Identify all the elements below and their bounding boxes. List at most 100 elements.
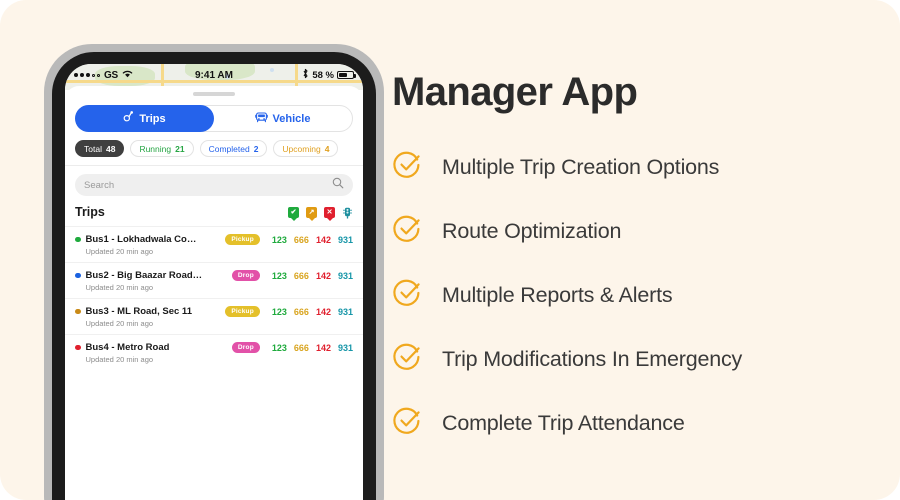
trip-name: Bus2 - Big Baazar Road, Ol... [85,270,204,281]
table-row[interactable]: Bus4 - Metro Road Drop 123 666 142 931 U… [65,334,363,370]
metric-3: 142 [315,234,331,245]
status-bar-time: 9:41 AM [195,69,233,81]
chip-completed-label: Completed [208,143,250,154]
trip-status-dot [75,272,81,279]
list-item: Route Optimization [392,214,900,249]
pin-running-icon[interactable]: ↗ [306,206,317,218]
trip-row-main: Bus2 - Big Baazar Road, Ol... Drop 123 6… [75,270,353,281]
check-circle-icon [392,214,422,249]
trip-name: Bus3 - ML Road, Sec 11 [85,306,192,317]
tab-trips[interactable]: Trips [75,105,214,132]
promo-canvas: GS 9:41 AM 58 % Trips Vehicle Total 48 R… [0,0,900,500]
trip-status-dot [75,308,81,315]
trip-row-main: Bus3 - ML Road, Sec 11 Pickup 123 666 14… [75,306,353,317]
trip-status-dot [75,344,81,351]
metric-4: 931 [337,234,353,245]
check-circle-icon [392,278,422,313]
app-sheet: Trips Vehicle Total 48 Running 21 Comple… [65,86,363,500]
list-item: Complete Trip Attendance [392,406,900,441]
filter-chips: Total 48 Running 21 Completed 2 Upcoming… [75,140,363,157]
status-pin-group: ✔ ↗ ✕ [288,206,353,219]
table-row[interactable]: Bus2 - Big Baazar Road, Ol... Drop 123 6… [65,262,363,298]
trip-metrics: 123 666 142 931 [272,343,353,353]
chip-running-label: Running [139,143,172,154]
list-item: Trip Modifications In Emergency [392,342,900,377]
trips-list-header: Trips ✔ ↗ ✕ [65,205,363,226]
trip-name: Bus4 - Metro Road [85,342,170,353]
feature-panel: Manager App Multiple Trip Creation Optio… [392,0,900,500]
metric-4: 931 [337,270,353,281]
metric-4: 931 [337,342,353,353]
sheet-drag-handle[interactable] [193,92,235,96]
search-placeholder: Search [84,179,115,191]
tab-trips-label: Trips [139,112,166,125]
chip-total-count: 48 [105,143,116,154]
chip-running-count: 21 [175,143,185,154]
chip-completed-count: 2 [253,143,259,154]
chip-upcoming[interactable]: Upcoming 4 [273,140,339,157]
feature-label: Complete Trip Attendance [442,411,685,435]
metric-1: 123 [271,234,287,245]
check-circle-icon [392,342,422,377]
tab-vehicle-label: Vehicle [272,112,311,125]
chip-total-label: Total [84,143,102,154]
trip-row-main: Bus4 - Metro Road Drop 123 666 142 931 [75,342,353,353]
location-pin-icon [123,111,134,126]
metric-3: 142 [315,270,331,281]
chip-total[interactable]: Total 48 [75,140,125,157]
list-item: Multiple Trip Creation Options [392,150,900,185]
feature-list: Multiple Trip Creation Options Route Opt… [392,150,900,441]
chips-divider [65,165,363,166]
table-row[interactable]: Bus3 - ML Road, Sec 11 Pickup 123 666 14… [65,298,363,334]
phone-mockup: GS 9:41 AM 58 % Trips Vehicle Total 48 R… [44,44,384,500]
metric-2: 666 [293,270,309,281]
trip-type-badge: Pickup [225,306,260,317]
battery-icon [337,70,356,80]
metric-2: 666 [293,234,309,245]
feature-label: Multiple Trip Creation Options [442,155,720,179]
status-bar: GS 9:41 AM 58 % [65,64,363,86]
chip-completed[interactable]: Completed 2 [199,140,268,157]
trip-type-badge: Drop [231,270,260,281]
chip-upcoming-count: 4 [324,143,330,154]
trip-type-badge: Drop [231,342,260,353]
trip-updated: Updated 20 min ago [85,319,154,328]
chip-running[interactable]: Running 21 [130,140,194,157]
trip-metrics: 123 666 142 931 [272,271,353,281]
trip-updated: Updated 20 min ago [85,247,154,256]
metric-1: 123 [271,270,287,281]
check-circle-icon [392,406,422,441]
trip-status-dot [75,236,81,243]
metric-3: 142 [315,306,331,317]
page-title: Manager App [392,70,638,114]
metric-1: 123 [271,342,287,353]
tab-vehicle[interactable]: Vehicle [213,106,352,131]
trips-list-title: Trips [75,205,105,219]
traffic-signal-icon[interactable] [342,206,353,219]
check-circle-icon [392,150,422,185]
metric-2: 666 [293,342,309,353]
list-item: Multiple Reports & Alerts [392,278,900,313]
search-icon[interactable] [332,176,344,194]
metric-4: 931 [337,306,353,317]
trip-name: Bus1 - Lokhadwala Complex... [85,234,204,245]
pin-cancelled-icon[interactable]: ✕ [324,206,335,218]
segmented-tabs: Trips Vehicle [75,105,353,132]
pin-completed-icon[interactable]: ✔ [288,206,299,218]
feature-label: Trip Modifications In Emergency [442,347,743,371]
feature-label: Route Optimization [442,219,622,243]
search-field[interactable]: Search [75,174,353,196]
trip-updated: Updated 20 min ago [85,283,154,292]
metric-2: 666 [293,306,309,317]
trip-metrics: 123 666 142 931 [272,307,353,317]
metric-3: 142 [315,342,331,353]
trip-metrics: 123 666 142 931 [272,235,353,245]
chip-upcoming-label: Upcoming [282,143,321,154]
trip-updated: Updated 20 min ago [85,355,154,364]
trip-type-badge: Pickup [225,234,260,245]
table-row[interactable]: Bus1 - Lokhadwala Complex... Pickup 123 … [65,226,363,262]
bus-icon [254,111,268,126]
metric-1: 123 [271,306,287,317]
phone-screen: GS 9:41 AM 58 % Trips Vehicle Total 48 R… [65,64,363,500]
feature-label: Multiple Reports & Alerts [442,283,673,307]
